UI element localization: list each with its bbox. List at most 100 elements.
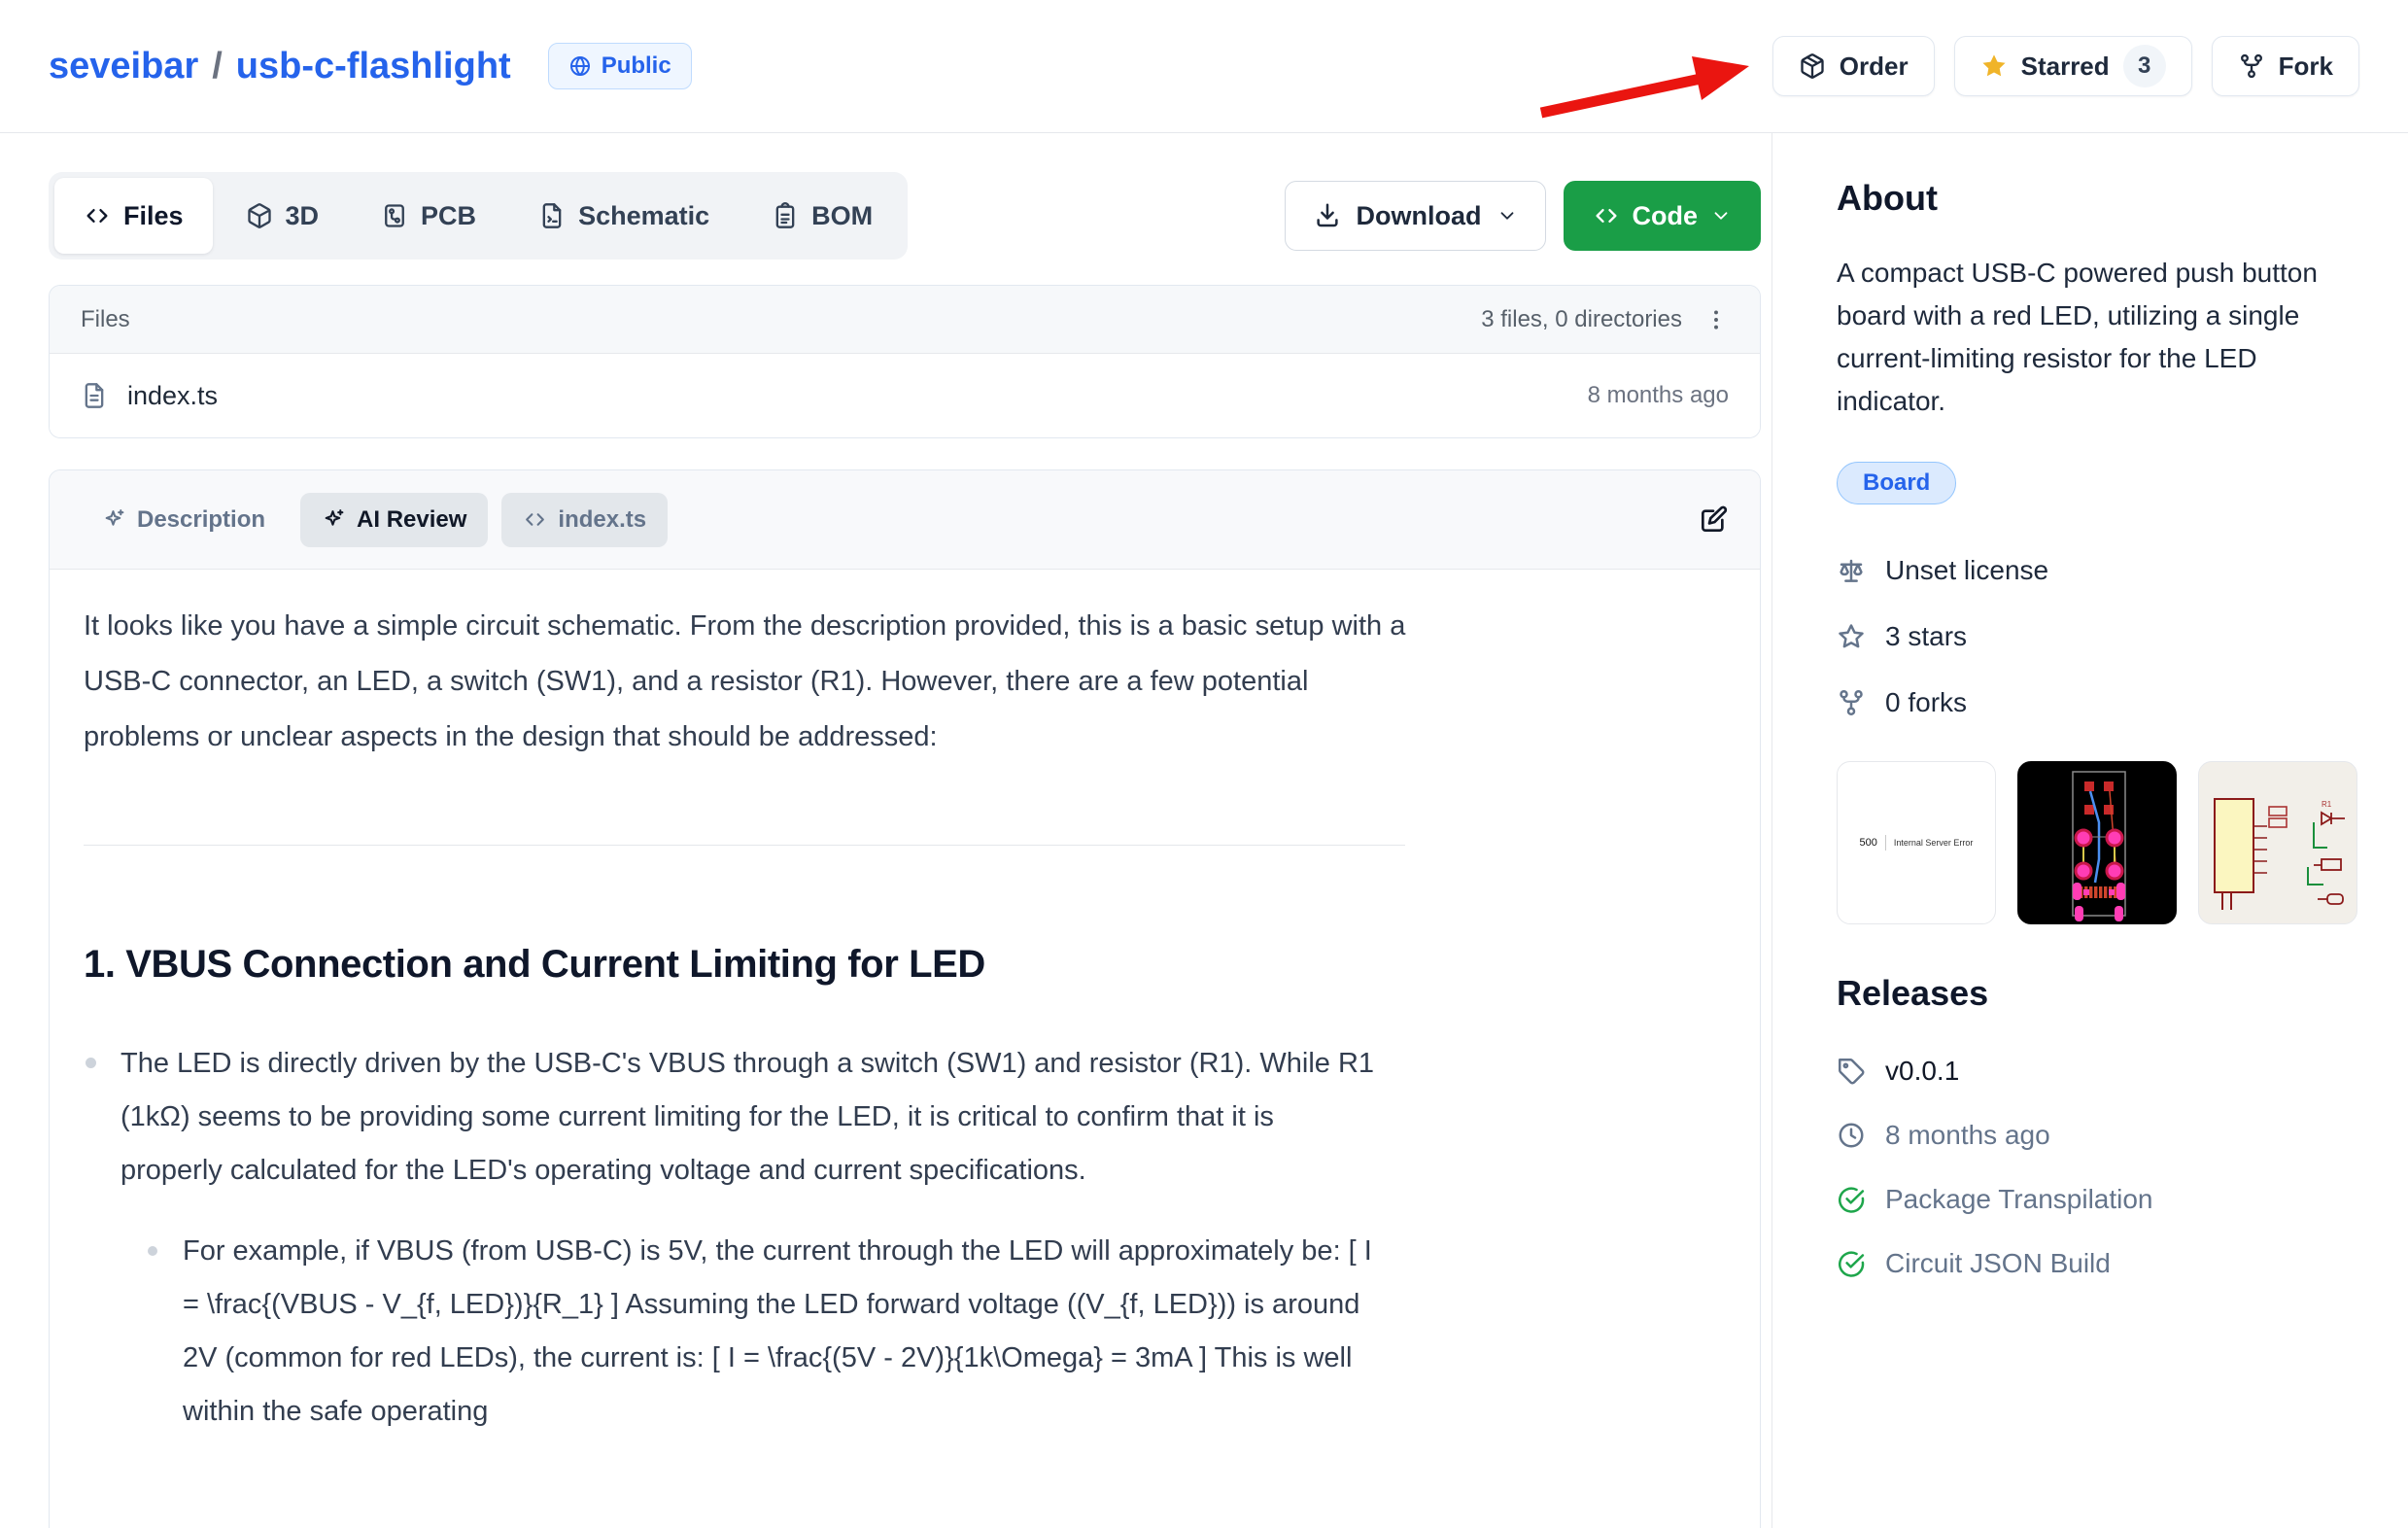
- tab-files[interactable]: Files: [54, 178, 213, 254]
- edit-button[interactable]: [1698, 504, 1729, 536]
- repo-header: seveibar / usb-c-flashlight Public Order…: [0, 0, 2408, 133]
- owner-link[interactable]: seveibar: [49, 46, 198, 87]
- order-button[interactable]: Order: [1772, 36, 1935, 96]
- code-button[interactable]: Code: [1564, 181, 1762, 251]
- visibility-badge: Public: [548, 43, 692, 89]
- list-item: For example, if VBUS (from USB-C) is 5V,…: [148, 1225, 1376, 1439]
- release-check-label: Package Transpilation: [1885, 1184, 2153, 1215]
- tag-icon: [1837, 1057, 1866, 1086]
- divider: [84, 845, 1405, 846]
- star-icon: [1980, 52, 2008, 80]
- tab-index-ts-label: index.ts: [558, 506, 646, 534]
- check-circle-icon: [1837, 1185, 1866, 1214]
- tab-3d-label: 3D: [286, 201, 320, 231]
- download-button[interactable]: Download: [1285, 181, 1546, 251]
- file-name[interactable]: index.ts: [127, 381, 218, 411]
- preview-error-text: 500 Internal Server Error: [1838, 762, 1995, 923]
- fork-icon: [2238, 52, 2265, 80]
- sparkles-icon: [322, 507, 346, 532]
- download-label: Download: [1357, 201, 1482, 231]
- code-icon: [1593, 202, 1620, 229]
- release-check-row[interactable]: Package Transpilation: [1837, 1167, 2365, 1232]
- preview-pcb-thumbnail[interactable]: [2017, 761, 2177, 924]
- tab-3d[interactable]: 3D: [217, 178, 349, 254]
- tab-schematic-label: Schematic: [578, 201, 709, 231]
- view-tabs: Files 3D PCB Schematic: [49, 172, 908, 260]
- readme-content: It looks like you have a simple circuit …: [50, 570, 1760, 1497]
- section-heading: 1. VBUS Connection and Current Limiting …: [84, 943, 1726, 987]
- divider: [1885, 835, 1886, 851]
- nested-bullet-list: For example, if VBUS (from USB-C) is 5V,…: [120, 1225, 1376, 1439]
- bullet-text: The LED is directly driven by the USB-C'…: [120, 1048, 1374, 1186]
- files-title: Files: [81, 306, 130, 333]
- chevron-down-icon: [1710, 205, 1732, 226]
- pcb-preview-image: [2018, 762, 2177, 924]
- schematic-file-icon: [538, 202, 566, 229]
- svg-text:R1: R1: [2322, 800, 2332, 809]
- star-button[interactable]: Starred 3: [1954, 36, 2192, 96]
- files-card-header: Files 3 files, 0 directories: [50, 286, 1760, 354]
- repo-meta: Unset license 3 stars 0 forks: [1837, 538, 2365, 736]
- bullet-text: For example, if VBUS (from USB-C) is 5V,…: [183, 1235, 1372, 1427]
- tab-pcb[interactable]: PCB: [352, 178, 505, 254]
- tab-description[interactable]: Description: [81, 493, 287, 547]
- preview-thumbnails: 500 Internal Server Error: [1837, 761, 2365, 924]
- tag-board[interactable]: Board: [1837, 462, 1956, 504]
- visibility-label: Public: [602, 52, 671, 80]
- license-label: Unset license: [1885, 555, 2048, 586]
- stars-row[interactable]: 3 stars: [1837, 604, 2365, 670]
- forks-label: 0 forks: [1885, 687, 1967, 718]
- forks-row[interactable]: 0 forks: [1837, 670, 2365, 736]
- list-item: The LED is directly driven by the USB-C'…: [84, 1037, 1376, 1439]
- stars-label: 3 stars: [1885, 621, 1967, 652]
- scale-icon: [1837, 556, 1866, 585]
- sidebar: About A compact USB-C powered push butto…: [1772, 133, 2408, 1528]
- tab-bom-label: BOM: [811, 201, 873, 231]
- tab-description-label: Description: [137, 506, 265, 534]
- star-label: Starred: [2021, 52, 2110, 82]
- star-outline-icon: [1837, 622, 1866, 651]
- preview-schematic-thumbnail[interactable]: R1: [2198, 761, 2357, 924]
- releases-section: Releases v0.0.1 8 months ago Package Tra…: [1837, 973, 2365, 1296]
- preview-3d-thumbnail[interactable]: 500 Internal Server Error: [1837, 761, 1996, 924]
- files-summary: 3 files, 0 directories: [1481, 306, 1682, 333]
- releases-title: Releases: [1837, 973, 2365, 1014]
- chevron-down-icon: [1496, 205, 1518, 226]
- view-toolbar: Files 3D PCB Schematic: [49, 172, 1761, 260]
- cube-icon: [246, 202, 273, 229]
- download-icon: [1313, 201, 1342, 230]
- code-label: Code: [1633, 201, 1699, 231]
- file-row[interactable]: index.ts 8 months ago: [50, 354, 1760, 437]
- repo-link[interactable]: usb-c-flashlight: [236, 46, 511, 87]
- code-icon: [84, 202, 111, 229]
- main-column: Files 3D PCB Schematic: [0, 133, 1772, 1528]
- tab-schematic[interactable]: Schematic: [509, 178, 739, 254]
- sparkles-icon: [102, 507, 126, 532]
- fork-button[interactable]: Fork: [2212, 36, 2359, 96]
- star-count-badge: 3: [2123, 45, 2166, 87]
- check-circle-icon: [1837, 1249, 1866, 1278]
- tab-ai-review[interactable]: AI Review: [300, 493, 488, 547]
- fork-label: Fork: [2279, 52, 2333, 82]
- error-code: 500: [1860, 837, 1877, 849]
- about-title: About: [1837, 178, 2365, 219]
- release-version: v0.0.1: [1885, 1056, 1959, 1087]
- bullet-list: The LED is directly driven by the USB-C'…: [84, 1037, 1726, 1439]
- release-version-row[interactable]: v0.0.1: [1837, 1039, 2365, 1103]
- edit-pencil-icon: [1698, 504, 1729, 536]
- content-area: Files 3D PCB Schematic: [0, 133, 2408, 1528]
- kebab-menu-icon[interactable]: [1703, 307, 1729, 332]
- tab-ai-review-label: AI Review: [357, 506, 466, 534]
- readme-tabs: Description AI Review index.ts: [50, 470, 1760, 570]
- breadcrumb: seveibar / usb-c-flashlight Public: [49, 43, 692, 89]
- file-icon: [81, 382, 108, 409]
- pcb-icon: [381, 202, 408, 229]
- readme-card: Description AI Review index.ts I: [49, 469, 1761, 1528]
- release-check-row[interactable]: Circuit JSON Build: [1837, 1232, 2365, 1296]
- file-updated: 8 months ago: [1588, 382, 1729, 409]
- tab-index-ts[interactable]: index.ts: [501, 493, 668, 547]
- license-row[interactable]: Unset license: [1837, 538, 2365, 604]
- release-check-label: Circuit JSON Build: [1885, 1248, 2111, 1279]
- order-label: Order: [1840, 52, 1909, 82]
- tab-bom[interactable]: BOM: [742, 178, 902, 254]
